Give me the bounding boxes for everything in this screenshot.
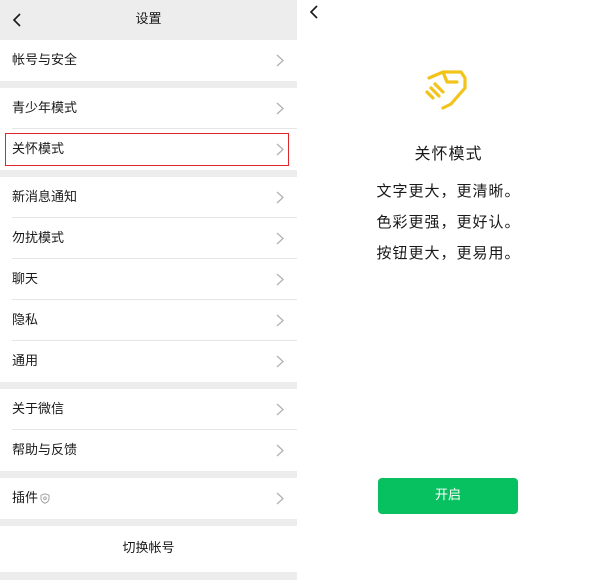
- settings-item-label: 勿扰模式: [12, 231, 65, 246]
- settings-item-help-feedback[interactable]: 帮助与反馈: [0, 430, 297, 471]
- shield-icon: [40, 493, 50, 504]
- back-arrow-icon[interactable]: [305, 2, 325, 22]
- settings-item-do-not-disturb[interactable]: 勿扰模式: [0, 218, 297, 259]
- settings-item-teen-mode[interactable]: 青少年模式: [0, 88, 297, 129]
- chevron-right-icon: [276, 273, 284, 286]
- page-title: 设置: [135, 12, 162, 27]
- settings-item-label: 隐私: [12, 313, 39, 328]
- group-separator: [0, 471, 297, 478]
- care-mode-title: 关怀模式: [414, 144, 483, 163]
- care-hand-icon: [425, 70, 467, 110]
- care-mode-screen: 关怀模式 文字更大，更清晰。 色彩更强，更好认。 按钮更大，更易用。 开启: [297, 0, 600, 580]
- care-mode-description-line: 色彩更强，更好认。: [376, 213, 521, 231]
- settings-item-label: 帐号与安全: [12, 53, 78, 68]
- switch-account-button[interactable]: 切换帐号: [0, 526, 297, 572]
- settings-item-general[interactable]: 通用: [0, 341, 297, 382]
- enable-care-mode-button[interactable]: 开启: [378, 478, 518, 514]
- settings-group-account: 帐号与安全: [0, 40, 297, 81]
- group-separator: [0, 382, 297, 389]
- chevron-right-icon: [276, 191, 284, 204]
- settings-group-about: 关于微信 帮助与反馈: [0, 389, 297, 471]
- group-separator: [0, 81, 297, 88]
- settings-item-label: 通用: [12, 354, 39, 369]
- settings-item-care-mode[interactable]: 关怀模式: [0, 129, 297, 170]
- group-separator: [0, 170, 297, 177]
- settings-item-label: 帮助与反馈: [12, 443, 78, 458]
- group-separator: [0, 519, 297, 526]
- chevron-right-icon: [276, 403, 284, 416]
- chevron-right-icon: [276, 143, 284, 156]
- chevron-right-icon: [276, 232, 284, 245]
- settings-item-about-wechat[interactable]: 关于微信: [0, 389, 297, 430]
- settings-nav-bar: 设置: [0, 0, 297, 40]
- care-mode-description-line: 按钮更大，更易用。: [376, 244, 521, 262]
- settings-group-modes: 青少年模式 关怀模式: [0, 88, 297, 170]
- chevron-right-icon: [276, 102, 284, 115]
- chevron-right-icon: [276, 54, 284, 67]
- chevron-right-icon: [276, 355, 284, 368]
- settings-item-account-security[interactable]: 帐号与安全: [0, 40, 297, 81]
- settings-item-notifications[interactable]: 新消息通知: [0, 177, 297, 218]
- settings-screen: 设置 帐号与安全 青少年模式 关怀模式 新消息通知 勿扰模式 聊天 隐私 通用 …: [0, 0, 297, 580]
- settings-item-label: 关怀模式: [12, 142, 65, 157]
- settings-item-label: 插件: [12, 491, 39, 506]
- care-mode-description-line: 文字更大，更清晰。: [376, 182, 521, 200]
- settings-item-chat[interactable]: 聊天: [0, 259, 297, 300]
- settings-item-label: 新消息通知: [12, 190, 78, 205]
- chevron-right-icon: [276, 492, 284, 505]
- settings-item-plugins[interactable]: 插件: [0, 478, 297, 519]
- settings-item-label: 青少年模式: [12, 101, 78, 116]
- settings-item-label: 关于微信: [12, 402, 65, 417]
- settings-group-general: 新消息通知 勿扰模式 聊天 隐私 通用: [0, 177, 297, 382]
- settings-item-privacy[interactable]: 隐私: [0, 300, 297, 341]
- settings-item-label: 聊天: [12, 272, 39, 287]
- chevron-right-icon: [276, 444, 284, 457]
- chevron-right-icon: [276, 314, 284, 327]
- settings-group-plugins: 插件: [0, 478, 297, 519]
